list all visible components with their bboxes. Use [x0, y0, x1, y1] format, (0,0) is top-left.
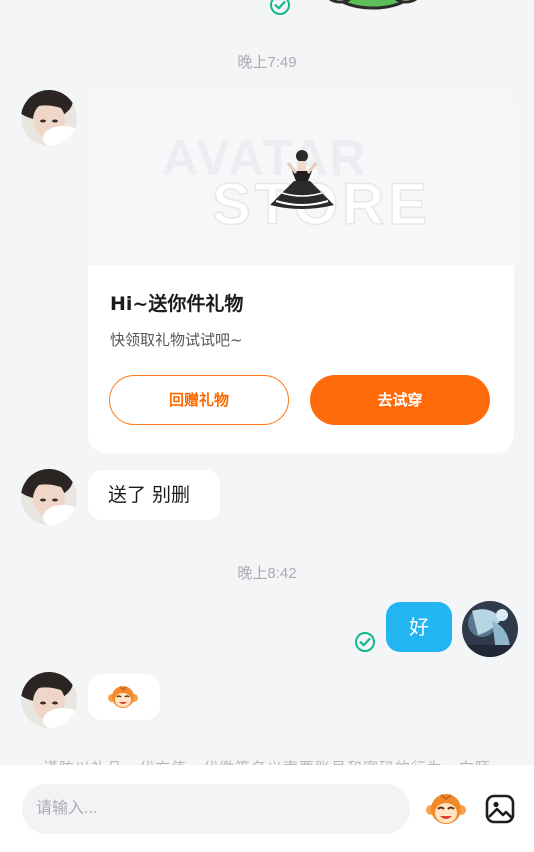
gift-card[interactable]: AVATAR STORE Hi~送你件礼物 快领取礼物试试吧~ 回赠礼物 去试穿 [88, 89, 514, 453]
image-icon[interactable] [484, 793, 516, 825]
gift-banner: AVATAR STORE [88, 89, 514, 265]
message-input[interactable] [22, 784, 410, 834]
sticker-image[interactable] [318, 0, 428, 10]
read-check-icon [270, 0, 290, 15]
read-check-icon [355, 632, 375, 652]
contact-avatar[interactable] [21, 90, 77, 146]
gift-title: Hi~送你件礼物 [110, 293, 244, 315]
message-input-bar [0, 765, 534, 852]
monkey-emoji-icon [108, 686, 138, 708]
gift-subtitle: 快领取礼物试试吧~ [110, 331, 243, 349]
avatar-outfit-image [270, 150, 334, 209]
message-timestamp: 晚上7:49 [237, 54, 297, 71]
message-timestamp: 晚上8:42 [237, 565, 297, 582]
try-on-button[interactable]: 去试穿 [310, 375, 490, 425]
my-avatar[interactable] [462, 601, 518, 657]
return-gift-button[interactable]: 回赠礼物 [109, 375, 289, 425]
contact-avatar[interactable] [21, 469, 77, 525]
monkey-emoji-icon[interactable] [426, 791, 466, 827]
received-message-bubble[interactable]: 送了 别删 [88, 470, 220, 520]
contact-avatar[interactable] [21, 672, 77, 728]
received-emoji-bubble[interactable] [88, 674, 160, 720]
sent-message-bubble[interactable]: 好 [386, 602, 452, 652]
chat-screen: 晚上7:49 AVATAR STORE [0, 0, 534, 852]
